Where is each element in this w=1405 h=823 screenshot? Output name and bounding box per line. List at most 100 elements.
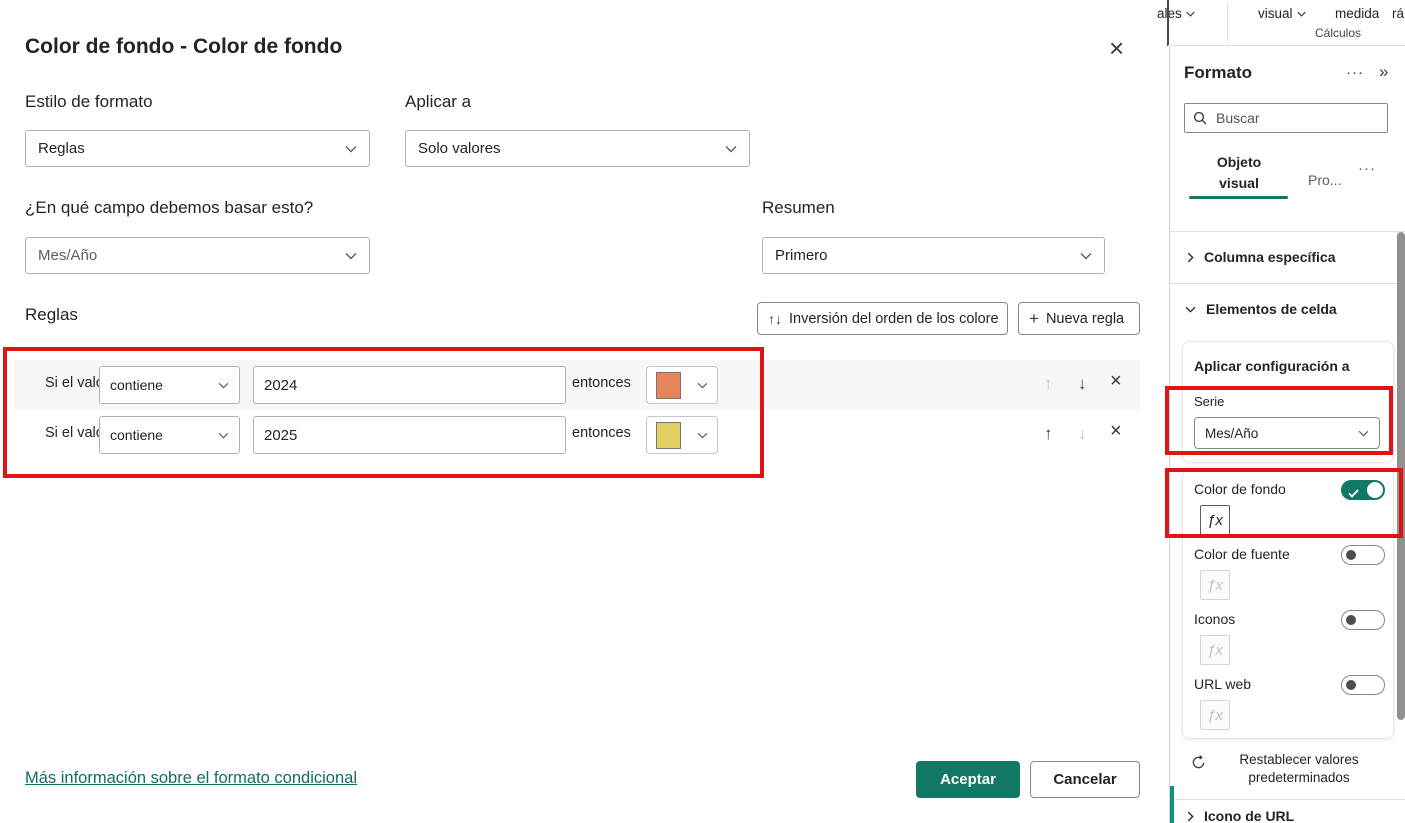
chevron-down-icon (1358, 430, 1369, 437)
ribbon-fragment: ales visual medida rá Cálculos (1148, 0, 1405, 45)
delete-rule-icon[interactable]: × (1110, 423, 1122, 440)
format-style-value: Reglas (38, 140, 85, 157)
more-options-icon[interactable]: ··· (1346, 64, 1364, 81)
conditional-format-dialog: Color de fondo - Color de fondo × Estilo… (0, 0, 1168, 823)
move-up-icon[interactable]: ↑ (1044, 375, 1053, 392)
rule-operator-value: contiene (110, 427, 163, 443)
divider (1170, 799, 1405, 800)
section-columna-especifica[interactable]: Columna específica (1187, 249, 1336, 265)
reverse-color-order-label: Inversión del orden de los colore (789, 311, 999, 327)
rule-value-input[interactable] (253, 366, 566, 404)
learn-more-link[interactable]: Más información sobre el formato condici… (25, 769, 357, 788)
rules-section-label: Reglas (25, 305, 78, 325)
apply-to-value: Solo valores (418, 140, 501, 157)
format-style-label: Estilo de formato (25, 92, 153, 112)
chevron-down-icon (1297, 11, 1306, 17)
search-input[interactable] (1214, 109, 1368, 127)
apply-to-label: Aplicar a (405, 92, 471, 112)
new-rule-label: Nueva regla (1046, 311, 1124, 327)
ribbon-divider (1227, 3, 1228, 42)
ribbon-dialog-edge (1167, 0, 1169, 46)
rule-then-label: entonces (572, 375, 631, 391)
based-on-dropdown[interactable]: Mes/Año (25, 237, 370, 274)
chevron-down-icon (218, 432, 229, 439)
collapse-pane-icon[interactable]: » (1379, 62, 1389, 82)
visual-edge-strip (1170, 786, 1174, 823)
rule-operator-value: contiene (110, 377, 163, 393)
chevron-down-icon (697, 432, 708, 439)
chevron-down-icon (1185, 306, 1196, 313)
move-up-icon[interactable]: ↑ (1044, 425, 1053, 442)
reset-defaults-button[interactable]: Restablecer valores predeterminados (1182, 744, 1394, 796)
rule-operator-dropdown[interactable]: contiene (99, 416, 240, 454)
move-down-icon[interactable]: ↓ (1078, 375, 1087, 392)
fx-button-iconos: ƒx (1200, 635, 1230, 665)
pane-scrollbar-thumb[interactable] (1397, 232, 1405, 720)
accept-button[interactable]: Aceptar (916, 761, 1020, 798)
section-label: Elementos de celda (1206, 301, 1337, 317)
toggle-label-color-de-fondo: Color de fondo (1194, 481, 1286, 497)
summarization-dropdown[interactable]: Primero (762, 237, 1105, 274)
series-label: Serie (1194, 394, 1224, 409)
rule-value-input[interactable] (253, 416, 566, 454)
dialog-title: Color de fondo - Color de fondo (25, 35, 342, 59)
ribbon-item-medida[interactable]: medida (1335, 6, 1379, 21)
series-dropdown[interactable]: Mes/Año (1194, 417, 1380, 449)
chevron-down-icon (1080, 252, 1092, 260)
section-label: Columna específica (1204, 249, 1336, 265)
divider (1170, 231, 1405, 232)
divider (1170, 283, 1405, 284)
based-on-value: Mes/Año (38, 247, 97, 264)
apply-to-dropdown[interactable]: Solo valores (405, 130, 750, 167)
rule-row: Si el valor contiene entonces ↑ ↓ × (14, 360, 1140, 410)
toggle-label-color-de-fuente: Color de fuente (1194, 546, 1290, 562)
reverse-color-order-button[interactable]: ↑↓ Inversión del orden de los colore (757, 302, 1008, 335)
format-pane: Formato ··· » Objeto visual Pro... ··· C… (1169, 46, 1405, 823)
chevron-right-icon (1187, 252, 1194, 263)
close-icon[interactable]: × (1109, 38, 1124, 58)
based-on-label: ¿En qué campo debemos basar esto? (25, 198, 313, 218)
check-icon (1348, 485, 1359, 503)
tab-overflow-icon[interactable]: ··· (1358, 160, 1376, 177)
reset-icon (1191, 755, 1206, 775)
toggle-knob (1346, 615, 1356, 625)
rule-color-picker[interactable] (646, 416, 718, 454)
series-value: Mes/Año (1205, 426, 1258, 441)
toggle-url-web[interactable] (1341, 675, 1385, 695)
format-style-dropdown[interactable]: Reglas (25, 130, 370, 167)
chevron-down-icon (345, 145, 357, 153)
active-tab-underline (1189, 196, 1288, 199)
rule-color-picker[interactable] (646, 366, 718, 404)
cancel-button[interactable]: Cancelar (1030, 761, 1140, 798)
fx-button-color-de-fondo[interactable]: ƒx (1200, 505, 1230, 535)
new-rule-button[interactable]: + Nueva regla (1018, 302, 1140, 335)
section-elementos-de-celda[interactable]: Elementos de celda (1185, 301, 1337, 317)
apply-settings-label: Aplicar configuración a (1194, 358, 1350, 374)
move-down-icon[interactable]: ↓ (1078, 425, 1087, 442)
summarization-label: Resumen (762, 198, 835, 218)
fx-button-color-de-fuente: ƒx (1200, 570, 1230, 600)
toggle-color-de-fondo[interactable] (1341, 480, 1385, 500)
rule-operator-dropdown[interactable]: contiene (99, 366, 240, 404)
chevron-down-icon (697, 382, 708, 389)
chevron-down-icon (725, 145, 737, 153)
pane-title: Formato (1184, 63, 1252, 83)
tab-properties[interactable]: Pro... (1308, 170, 1341, 191)
tab-objeto-visual[interactable]: Objeto visual (1197, 152, 1281, 194)
rule-then-label: entonces (572, 425, 631, 441)
chevron-down-icon (218, 382, 229, 389)
toggle-color-de-fuente[interactable] (1341, 545, 1385, 565)
ribbon-item-visual[interactable]: visual (1258, 6, 1306, 21)
ribbon-item-clipped[interactable]: rá (1392, 6, 1404, 21)
plus-icon: + (1029, 309, 1039, 329)
toggle-label-url-web: URL web (1194, 676, 1251, 692)
chevron-right-icon (1187, 811, 1194, 822)
search-icon (1193, 111, 1207, 125)
delete-rule-icon[interactable]: × (1110, 373, 1122, 390)
ribbon-item-partial[interactable]: ales (1157, 6, 1195, 21)
section-icono-de-url[interactable]: Icono de URL (1187, 808, 1294, 823)
section-label: Icono de URL (1204, 808, 1294, 823)
summarization-value: Primero (775, 247, 828, 264)
toggle-iconos[interactable] (1341, 610, 1385, 630)
toggle-knob (1367, 482, 1383, 498)
